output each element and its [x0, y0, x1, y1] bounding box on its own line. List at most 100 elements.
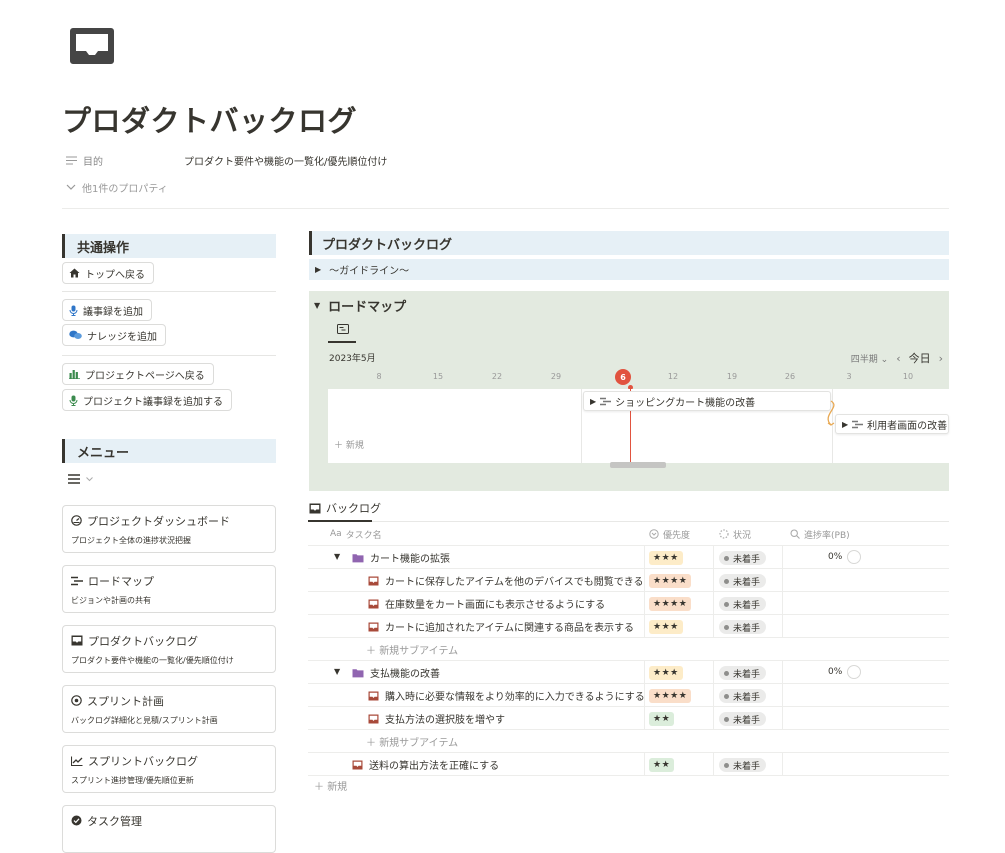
timeline-view-tab[interactable] — [330, 322, 356, 336]
table-row[interactable]: 送料の算出方法を正確にする ★★ 未着手 — [308, 753, 949, 776]
inbox-tray-icon — [368, 576, 379, 585]
add-knowledge-button[interactable]: ナレッジを追加 — [62, 324, 166, 346]
triangle-down-icon[interactable]: ▼ — [334, 667, 340, 676]
task-title[interactable]: 在庫数量をカート画面にも表示させるようにする — [368, 592, 644, 615]
table-row[interactable]: 在庫数量をカート画面にも表示させるようにする ★★★★ 未着手 — [308, 592, 949, 615]
task-title[interactable]: 支払機能の改善 — [352, 661, 440, 684]
status-badge[interactable]: 未着手 — [719, 620, 767, 634]
task-title[interactable]: カート機能の拡張 — [352, 546, 450, 569]
task-title[interactable]: カートに保存したアイテムを他のデバイスでも閲覧できるようにする — [368, 569, 644, 592]
priority-tag[interactable]: ★★ — [649, 712, 675, 726]
period-select[interactable]: 四半期 ⌄ — [851, 352, 888, 365]
triangle-right-icon: ▶ — [315, 265, 322, 274]
back-to-project-button[interactable]: プロジェクトページへ戻る — [62, 363, 214, 385]
table-row[interactable]: 購入時に必要な情報をより効率的に入力できるようにする ★★★★ 未着手 — [308, 684, 949, 707]
status-badge[interactable]: 未着手 — [719, 574, 767, 588]
task-title[interactable]: 送料の算出方法を正確にする — [352, 753, 499, 776]
menu-card-product-backlog[interactable]: プロダクトバックログ プロダクト要件や機能の一覧化/優先順位付け — [62, 625, 276, 673]
priority-tag[interactable]: ★★★ — [649, 620, 683, 634]
status-badge[interactable]: 未着手 — [719, 597, 767, 611]
new-subitem-button[interactable]: ＋ 新規サブアイテム — [366, 730, 458, 753]
column-header-task[interactable]: Aa タスク名 — [330, 523, 382, 545]
back-to-top-button[interactable]: トップへ戻る — [62, 262, 154, 284]
property-value[interactable]: プロダクト要件や機能の一覧化/優先順位付け — [184, 153, 387, 168]
triangle-down-icon: ▼ — [314, 300, 321, 310]
target-icon — [71, 695, 82, 706]
divider — [62, 355, 276, 356]
select-circle-icon — [649, 529, 659, 539]
cell-divider — [713, 753, 714, 775]
tab-backlog[interactable]: バックログ — [309, 498, 381, 518]
today-button[interactable]: 今日 — [909, 350, 931, 366]
priority-tag[interactable]: ★★★ — [649, 666, 683, 680]
timeline-tick: 8 — [376, 372, 382, 381]
backlog-section-heading: プロダクトバックログ — [309, 231, 949, 255]
status-badge[interactable]: 未着手 — [719, 666, 767, 680]
status-badge[interactable]: 未着手 — [719, 689, 767, 703]
table-row[interactable]: ▼ カート機能の拡張 ★★★ 未着手 0% — [308, 546, 949, 569]
progress-ring-icon — [847, 550, 862, 564]
cell-divider — [782, 615, 783, 637]
inbox-tray-icon — [368, 691, 379, 700]
priority-tag[interactable]: ★★ — [649, 758, 675, 772]
cell-divider — [782, 569, 783, 591]
timeline-item-user-screen[interactable]: ▶ 利用者画面の改善 — [835, 414, 949, 434]
task-title[interactable]: カートに追加されたアイテムに関連する商品を表示する — [368, 615, 644, 638]
property-row-purpose[interactable]: 目的 プロダクト要件や機能の一覧化/優先順位付け — [66, 150, 387, 170]
status-spinner-icon — [719, 529, 729, 539]
add-project-minutes-button[interactable]: プロジェクト議事録を追加する — [62, 389, 232, 411]
column-header-priority[interactable]: 優先度 — [649, 523, 690, 545]
priority-tag[interactable]: ★★★ — [649, 551, 683, 565]
table-row[interactable]: カートに追加されたアイテムに関連する商品を表示する ★★★ 未着手 — [308, 615, 949, 638]
cell-divider — [782, 592, 783, 614]
menu-card-dashboard[interactable]: プロジェクトダッシュボード プロジェクト全体の進捗状況把握 — [62, 505, 276, 553]
priority-tag[interactable]: ★★★★ — [649, 597, 692, 611]
common-ops-heading: 共通操作 — [62, 234, 276, 258]
status-badge[interactable]: 未着手 — [719, 758, 767, 772]
status-badge[interactable]: 未着手 — [719, 551, 767, 565]
task-title[interactable]: 支払方法の選択肢を増やす — [368, 707, 644, 730]
priority-tag[interactable]: ★★★★ — [649, 574, 692, 588]
next-button[interactable]: › — [939, 352, 943, 365]
more-properties-toggle[interactable]: 他1件のプロパティ — [66, 178, 168, 196]
timeline-item-cart[interactable]: ▶ ショッピングカート機能の改善 — [583, 391, 831, 411]
task-title[interactable]: 購入時に必要な情報をより効率的に入力できるようにする — [368, 684, 644, 707]
horizontal-scrollbar[interactable] — [610, 462, 666, 468]
column-header-progress[interactable]: 進捗率(PB) — [790, 523, 850, 545]
inbox-tray-icon[interactable] — [70, 24, 114, 68]
column-header-status[interactable]: 状況 — [719, 523, 751, 545]
status-badge[interactable]: 未着手 — [719, 712, 767, 726]
new-subitem-row[interactable]: ＋ 新規サブアイテム — [308, 638, 949, 661]
menu-card-sprint-backlog[interactable]: スプリントバックログ スプリント進捗管理/優先順位更新 — [62, 745, 276, 793]
new-subitem-button[interactable]: ＋ 新規サブアイテム — [366, 638, 458, 661]
timeline-icon — [600, 397, 612, 405]
cell-divider — [782, 753, 783, 775]
roadmap-block: ▼ ロードマップ 2023年5月 四半期 ⌄ ‹ 今日 › 8 15 22 29 12 1… — [309, 291, 949, 491]
timeline-tick: 15 — [432, 372, 444, 381]
home-icon — [69, 268, 80, 278]
status-dot — [724, 716, 729, 722]
cell-divider — [644, 753, 645, 775]
table-row[interactable]: ▼ 支払機能の改善 ★★★ 未着手 0% — [308, 661, 949, 684]
table-new-button[interactable]: ＋ 新規 — [314, 778, 347, 793]
triangle-down-icon[interactable]: ▼ — [334, 552, 340, 561]
timeline-tick: 12 — [667, 372, 679, 381]
progress-cell: 0% — [828, 550, 862, 564]
guideline-toggle[interactable]: ▶ 〜ガイドライン〜 — [309, 259, 949, 280]
prev-button[interactable]: ‹ — [896, 352, 900, 365]
status-dot — [724, 601, 729, 607]
timeline-new-button[interactable]: ＋ 新規 — [334, 438, 364, 451]
status-dot — [724, 624, 729, 630]
menu-card-roadmap[interactable]: ロードマップ ビジョンや計画の共有 — [62, 565, 276, 613]
new-subitem-row[interactable]: ＋ 新規サブアイテム — [308, 730, 949, 753]
status-dot — [724, 555, 729, 561]
menu-card-sprint-planning[interactable]: スプリント計画 バックログ詳細化と見積/スプリント計画 — [62, 685, 276, 733]
menu-list-toggle[interactable] — [68, 474, 93, 484]
table-row[interactable]: 支払方法の選択肢を増やす ★★ 未着手 — [308, 707, 949, 730]
timeline-area[interactable]: ▶ ショッピングカート機能の改善 ▶ 利用者画面の改善 ＋ 新規 — [328, 389, 949, 463]
roadmap-toggle[interactable]: ▼ ロードマップ — [314, 295, 406, 315]
add-minutes-button[interactable]: 議事録を追加 — [62, 299, 152, 321]
menu-card-task-management[interactable]: タスク管理 — [62, 805, 276, 853]
priority-tag[interactable]: ★★★★ — [649, 689, 692, 703]
table-row[interactable]: カートに保存したアイテムを他のデバイスでも閲覧できるようにする ★★★★ 未着手 — [308, 569, 949, 592]
